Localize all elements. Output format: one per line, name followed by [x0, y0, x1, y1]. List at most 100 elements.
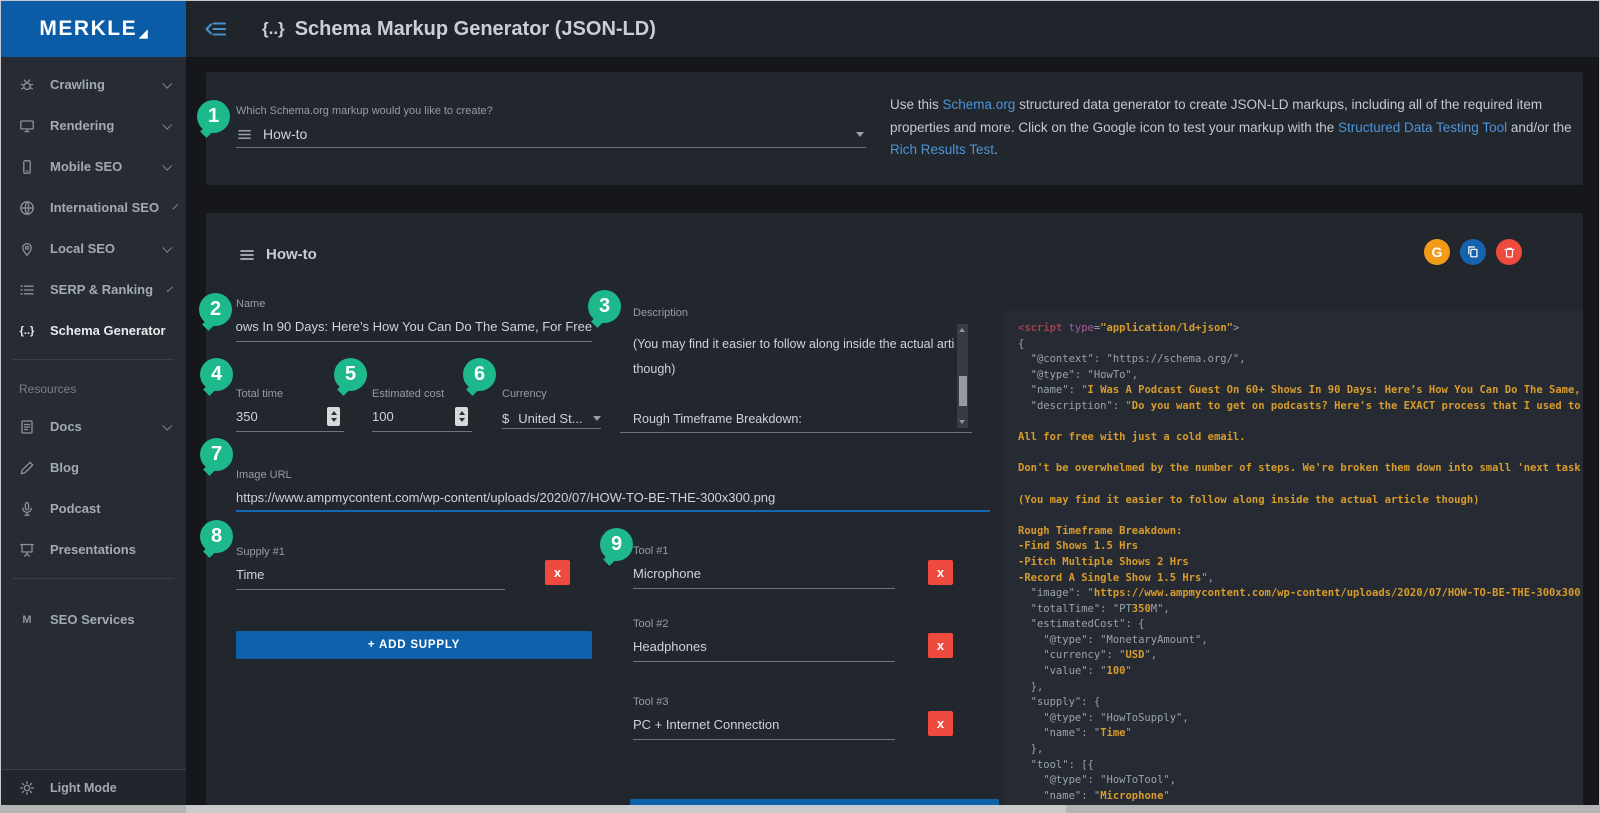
- sidebar-item-docs[interactable]: Docs: [1, 406, 186, 447]
- sidebar-item-podcast[interactable]: Podcast: [1, 488, 186, 529]
- supply-label: Supply #1: [236, 546, 505, 558]
- number-stepper[interactable]: [455, 407, 468, 426]
- schema-question-label: Which Schema.org markup would you like t…: [236, 105, 493, 117]
- sidebar-item-rendering[interactable]: Rendering: [1, 105, 186, 146]
- sidebar-item-label: Mobile SEO: [50, 159, 122, 174]
- monitor-icon: [19, 118, 35, 134]
- chevron-down-icon: [162, 243, 172, 253]
- braces-icon: {..}: [19, 323, 35, 339]
- tool-input[interactable]: [633, 717, 895, 740]
- description-line: [633, 382, 955, 407]
- name-label: Name: [236, 298, 592, 310]
- google-test-button[interactable]: G: [1424, 239, 1450, 265]
- json-ld-code-panel[interactable]: <script type="application/ld+json">{ "@c…: [1005, 310, 1583, 805]
- microphone-icon: [19, 501, 35, 517]
- estimated-cost-label: Estimated cost: [372, 388, 472, 400]
- main-content: 1 Which Schema.org markup would you like…: [186, 57, 1599, 805]
- page-title: {..} Schema Markup Generator (JSON-LD): [262, 18, 656, 41]
- description-scrollbar[interactable]: [957, 324, 968, 428]
- info-link[interactable]: Rich Results Test: [890, 142, 994, 157]
- sidebar-item-serp-ranking[interactable]: SERP & Ranking: [1, 269, 186, 310]
- scrollbar-thumb[interactable]: [186, 805, 1066, 813]
- schema-selector-card: 1 Which Schema.org markup would you like…: [206, 72, 1583, 185]
- sidebar-item-schema-generator[interactable]: {..} Schema Generator: [1, 310, 186, 351]
- presentation-icon: [19, 542, 35, 558]
- info-link[interactable]: Schema.org: [943, 97, 1016, 112]
- sidebar-item-local-seo[interactable]: Local SEO: [1, 228, 186, 269]
- chevron-down-icon: [856, 132, 864, 137]
- horizontal-scrollbar[interactable]: [0, 805, 1600, 813]
- add-supply-button[interactable]: + ADD SUPPLY: [236, 631, 592, 659]
- docs-icon: [19, 419, 35, 435]
- scroll-up-icon[interactable]: [959, 328, 965, 332]
- smartphone-icon: [19, 159, 35, 175]
- annotation-badge-1: 1: [197, 100, 230, 133]
- collapse-sidebar-icon[interactable]: [202, 17, 230, 41]
- currency-field: Currency $ United St...: [502, 388, 601, 429]
- sidebar-item-label: Presentations: [50, 542, 136, 557]
- remove-tool-button[interactable]: x: [928, 633, 953, 658]
- annotation-badge-5: 5: [334, 358, 367, 391]
- merkle-logo[interactable]: MERKLE ◢: [1, 1, 186, 57]
- sidebar-item-presentations[interactable]: Presentations: [1, 529, 186, 570]
- sidebar-item-label: Crawling: [50, 77, 105, 92]
- sidebar-item-crawling[interactable]: Crawling: [1, 64, 186, 105]
- sidebar-item-international-seo[interactable]: International SEO: [1, 187, 186, 228]
- top-header: {..} Schema Markup Generator (JSON-LD): [186, 1, 1599, 57]
- schema-type-select[interactable]: How-to: [236, 121, 866, 148]
- number-stepper[interactable]: [327, 407, 340, 426]
- supply-input[interactable]: [236, 567, 505, 590]
- tool-label: Tool #2: [633, 618, 895, 630]
- sidebar-item-label: Schema Generator: [50, 323, 166, 338]
- light-mode-toggle[interactable]: Light Mode: [1, 769, 186, 805]
- image-url-label: Image URL: [236, 469, 990, 481]
- ranking-list-icon: [19, 282, 35, 298]
- pencil-icon: [19, 460, 35, 476]
- supply-field: Supply #1: [236, 546, 505, 590]
- copy-markup-button[interactable]: [1460, 239, 1486, 265]
- info-link[interactable]: Structured Data Testing Tool: [1338, 120, 1507, 135]
- scroll-down-icon[interactable]: [959, 420, 965, 424]
- delete-markup-button[interactable]: [1496, 239, 1522, 265]
- name-input[interactable]: [236, 319, 592, 342]
- logo-triangle-icon: ◢: [139, 27, 147, 40]
- sidebar-divider-2: [13, 578, 174, 579]
- chevron-down-icon: [162, 79, 172, 89]
- resources-heading: Resources: [1, 368, 186, 406]
- gear-icon: [19, 780, 35, 796]
- tool-field: Tool #1: [633, 545, 895, 589]
- info-text: and/or the: [1507, 120, 1572, 135]
- braces-icon: {..}: [262, 19, 285, 39]
- globe-icon: [19, 200, 35, 216]
- remove-tool-button[interactable]: x: [928, 711, 953, 736]
- tool-field: Tool #3: [633, 696, 895, 740]
- sidebar-item-mobile-seo[interactable]: Mobile SEO: [1, 146, 186, 187]
- description-textarea[interactable]: (You may find it easier to follow along …: [633, 332, 955, 432]
- sidebar-nav: Crawling Rendering Mobile SEO International…: [1, 57, 186, 351]
- sidebar-item-label: SERP & Ranking: [50, 282, 153, 297]
- bug-icon: [19, 77, 35, 93]
- sidebar-item-label: Blog: [50, 460, 79, 475]
- remove-supply-button[interactable]: x: [545, 560, 570, 585]
- sidebar-item-label: SEO Services: [50, 612, 135, 627]
- annotation-badge-2: 2: [199, 293, 232, 326]
- scrollbar-thumb[interactable]: [959, 376, 967, 406]
- tool-input[interactable]: [633, 639, 895, 662]
- description-label: Description: [633, 307, 972, 319]
- sidebar-item-seo-services[interactable]: MSEO Services: [1, 599, 186, 640]
- currency-select[interactable]: $ United St...: [502, 408, 601, 429]
- sidebar-item-label: International SEO: [50, 200, 159, 215]
- currency-label: Currency: [502, 388, 601, 400]
- tool-label: Tool #3: [633, 696, 895, 708]
- tool-input[interactable]: [633, 566, 895, 589]
- chevron-down-icon: [167, 286, 173, 292]
- description-line: Rough Timeframe Breakdown:: [633, 407, 955, 432]
- chevron-down-icon: [162, 120, 172, 130]
- chevron-down-icon: [172, 204, 178, 210]
- sidebar-item-label: Rendering: [50, 118, 114, 133]
- estimated-cost-field: Estimated cost: [372, 388, 472, 432]
- remove-tool-button[interactable]: x: [928, 560, 953, 585]
- image-url-input[interactable]: [236, 490, 990, 512]
- copy-icon: [1465, 244, 1481, 260]
- sidebar-item-blog[interactable]: Blog: [1, 447, 186, 488]
